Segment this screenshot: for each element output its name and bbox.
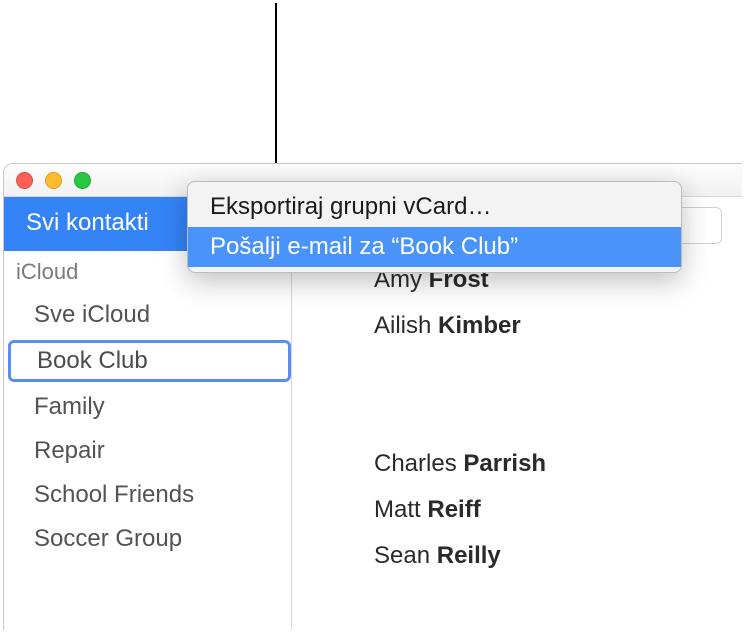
contact-row[interactable] (374, 404, 742, 432)
sidebar-item-repair[interactable]: Repair (4, 429, 291, 473)
contact-first-name: Ailish (374, 312, 431, 339)
group-context-menu: Eksportiraj grupni vCard… Pošalji e-mail… (187, 181, 682, 273)
contact-last-name: Reiff (427, 496, 480, 523)
contact-row[interactable]: Matt Reiff (374, 496, 742, 524)
contact-first-name: Sean (374, 542, 430, 569)
zoom-window-button[interactable] (74, 172, 91, 189)
sidebar-item-family[interactable]: Family (4, 385, 291, 429)
contact-first-name: Charles (374, 450, 457, 477)
contact-last-name: Parrish (463, 450, 546, 477)
contact-first-name: Matt (374, 496, 421, 523)
sidebar-item-all-icloud[interactable]: Sve iCloud (4, 293, 291, 337)
menu-item-export-vcard[interactable]: Eksportiraj grupni vCard… (188, 187, 681, 227)
contact-row[interactable]: Charles Parrish (374, 450, 742, 478)
close-window-button[interactable] (16, 172, 33, 189)
minimize-window-button[interactable] (45, 172, 62, 189)
menu-item-send-email[interactable]: Pošalji e-mail za “Book Club” (188, 227, 681, 267)
contact-row[interactable] (374, 358, 742, 386)
sidebar-item-book-club[interactable]: Book Club (8, 340, 291, 382)
contact-row[interactable]: Sean Reilly (374, 542, 742, 570)
callout-pointer-line (275, 3, 277, 163)
contact-last-name: Kimber (438, 312, 521, 339)
sidebar-item-school-friends[interactable]: School Friends (4, 473, 291, 517)
sidebar-item-soccer-group[interactable]: Soccer Group (4, 517, 291, 561)
contacts-list: Amy Frost Ailish Kimber Charles Pa (292, 244, 742, 570)
contact-last-name: Reilly (437, 542, 501, 569)
contact-row[interactable]: Ailish Kimber (374, 312, 742, 340)
